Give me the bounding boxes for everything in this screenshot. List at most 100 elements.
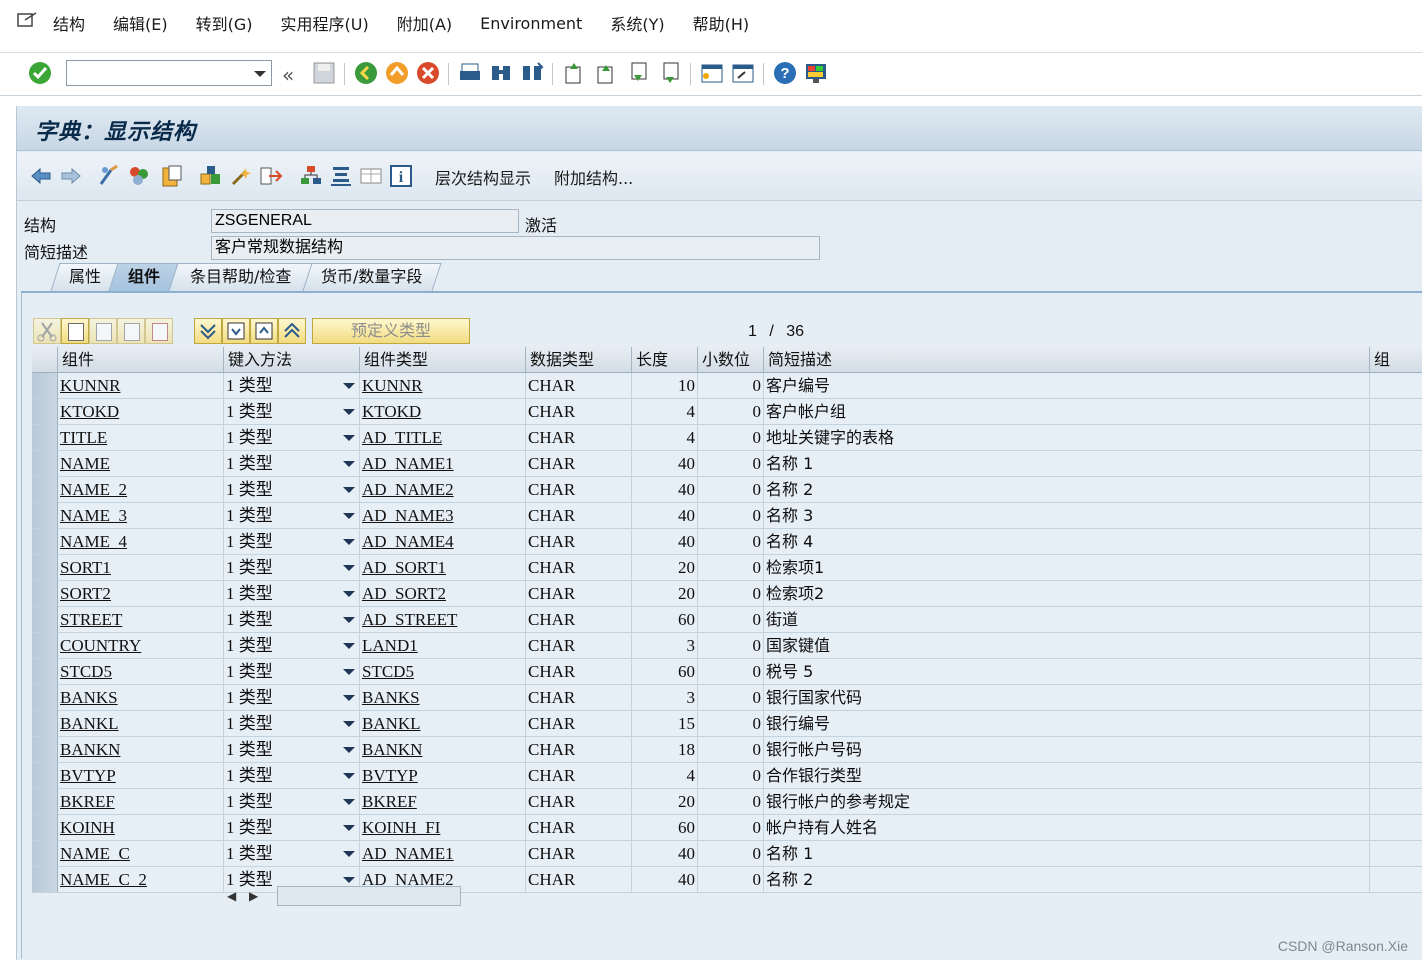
copy-button[interactable] [61, 318, 89, 344]
component-cell[interactable]: BVTYP [58, 763, 224, 789]
row-selector[interactable] [32, 503, 58, 529]
menu-help[interactable]: 帮助(H) [693, 11, 750, 35]
entry-method-cell[interactable]: 1 类型 [224, 555, 360, 581]
tab-entry-help-check[interactable]: 条目帮助/检查 [168, 263, 314, 291]
row-selector[interactable] [32, 373, 58, 399]
entry-method-cell[interactable]: 1 类型 [224, 373, 360, 399]
chevron-down-icon[interactable] [343, 851, 355, 857]
column-header[interactable]: 简短描述 [764, 347, 1370, 373]
row-selector[interactable] [32, 607, 58, 633]
menu-structure[interactable]: 结构 [53, 11, 85, 35]
entry-method-cell[interactable]: 1 类型 [224, 763, 360, 789]
component-type-cell[interactable]: BANKL [360, 711, 526, 737]
chevron-down-icon[interactable] [343, 721, 355, 727]
find-icon[interactable] [489, 61, 513, 85]
menu-environment[interactable]: Environment [480, 14, 582, 33]
entry-method-cell[interactable]: 1 类型 [224, 789, 360, 815]
select-all-corner[interactable] [32, 347, 58, 373]
entry-method-cell[interactable]: 1 类型 [224, 659, 360, 685]
other-object-icon[interactable] [127, 164, 151, 188]
layout-icon[interactable] [804, 61, 828, 85]
column-header[interactable]: 组 [1370, 347, 1422, 373]
chevron-down-icon[interactable] [343, 773, 355, 779]
column-header[interactable]: 键入方法 [224, 347, 360, 373]
insert-row-button[interactable] [117, 318, 145, 344]
append-structure-button[interactable]: 附加结构... [554, 165, 633, 189]
component-cell[interactable]: BANKN [58, 737, 224, 763]
component-cell[interactable]: NAME_C [58, 841, 224, 867]
row-selector[interactable] [32, 659, 58, 685]
check-icon[interactable] [199, 164, 223, 188]
customize-icon[interactable] [17, 11, 39, 29]
help-icon[interactable]: ? [773, 61, 797, 85]
prev-page-icon[interactable] [594, 61, 618, 85]
entry-method-cell[interactable]: 1 类型 [224, 399, 360, 425]
chevron-down-icon[interactable] [343, 487, 355, 493]
chevron-down-icon[interactable] [343, 799, 355, 805]
row-selector[interactable] [32, 737, 58, 763]
row-selector[interactable] [32, 867, 58, 893]
component-cell[interactable]: NAME [58, 451, 224, 477]
scrollbar-thumb[interactable] [277, 886, 461, 906]
chevron-down-icon[interactable] [343, 565, 355, 571]
component-type-cell[interactable]: STCD5 [360, 659, 526, 685]
paste-button[interactable] [89, 318, 117, 344]
chevron-down-icon[interactable] [343, 747, 355, 753]
component-type-cell[interactable]: AD_TITLE [360, 425, 526, 451]
entry-method-cell[interactable]: 1 类型 [224, 529, 360, 555]
display-change-icon[interactable] [97, 164, 121, 188]
page-up-icon[interactable] [250, 318, 278, 344]
chevron-down-icon[interactable] [343, 825, 355, 831]
component-cell[interactable]: KUNNR [58, 373, 224, 399]
entry-method-cell[interactable]: 1 类型 [224, 737, 360, 763]
last-page-icon[interactable] [658, 61, 682, 85]
chevron-down-icon[interactable] [254, 71, 266, 77]
scroll-left-icon[interactable]: ◀ [227, 889, 236, 903]
scroll-right-icon[interactable]: ▶ [249, 889, 258, 903]
component-type-cell[interactable]: AD_NAME3 [360, 503, 526, 529]
horizontal-scrollbar[interactable]: ◀ ▶ [225, 886, 461, 908]
next-page-icon[interactable] [626, 61, 650, 85]
collapse-icon[interactable]: « [282, 63, 306, 87]
entry-method-cell[interactable]: 1 类型 [224, 633, 360, 659]
where-used-icon[interactable] [259, 164, 283, 188]
entry-method-cell[interactable]: 1 类型 [224, 711, 360, 737]
chevron-down-icon[interactable] [343, 669, 355, 675]
component-cell[interactable]: KTOKD [58, 399, 224, 425]
entry-method-cell[interactable]: 1 类型 [224, 841, 360, 867]
shortcut-icon[interactable] [731, 61, 755, 85]
hierarchy-icon[interactable] [299, 164, 323, 188]
component-cell[interactable]: BKREF [58, 789, 224, 815]
component-cell[interactable]: BANKL [58, 711, 224, 737]
row-selector[interactable] [32, 789, 58, 815]
enter-icon[interactable] [28, 61, 52, 85]
row-selector[interactable] [32, 399, 58, 425]
row-selector[interactable] [32, 841, 58, 867]
arrow-left-icon[interactable] [29, 164, 53, 188]
chevron-down-icon[interactable] [343, 591, 355, 597]
hierarchy-display-button[interactable]: 层次结构显示 [435, 165, 531, 189]
row-selector[interactable] [32, 451, 58, 477]
menu-system[interactable]: 系统(Y) [610, 11, 664, 35]
row-selector[interactable] [32, 555, 58, 581]
cancel-icon[interactable] [416, 61, 440, 85]
entry-method-cell[interactable]: 1 类型 [224, 607, 360, 633]
page-down-icon[interactable] [222, 318, 250, 344]
menu-extras[interactable]: 附加(A) [397, 11, 452, 35]
chevron-down-icon[interactable] [343, 461, 355, 467]
chevron-down-icon[interactable] [343, 539, 355, 545]
list-icon[interactable] [329, 164, 353, 188]
row-selector[interactable] [32, 477, 58, 503]
back-icon[interactable] [354, 61, 378, 85]
first-page-icon[interactable] [562, 61, 586, 85]
clipboard-icon[interactable] [159, 164, 183, 188]
chevron-down-icon[interactable] [343, 383, 355, 389]
component-type-cell[interactable]: AD_SORT1 [360, 555, 526, 581]
entry-method-cell[interactable]: 1 类型 [224, 477, 360, 503]
component-cell[interactable]: NAME_C_2 [58, 867, 224, 893]
component-cell[interactable]: BANKS [58, 685, 224, 711]
component-type-cell[interactable]: AD_NAME2 [360, 477, 526, 503]
component-type-cell[interactable]: AD_NAME1 [360, 451, 526, 477]
menu-utilities[interactable]: 实用程序(U) [281, 11, 369, 35]
component-type-cell[interactable]: AD_SORT2 [360, 581, 526, 607]
